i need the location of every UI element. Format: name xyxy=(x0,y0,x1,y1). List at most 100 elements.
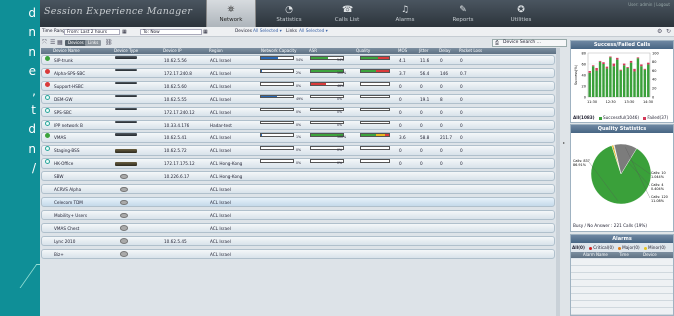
collapse-right-arrow-icon[interactable]: ▸ xyxy=(563,140,565,145)
failed-bar[interactable] xyxy=(619,69,622,71)
failed-bar[interactable] xyxy=(640,64,643,67)
devices-filter-dropdown[interactable]: All Selected ▾ xyxy=(253,27,282,37)
success-bar[interactable] xyxy=(647,64,650,97)
devices-view-toggle[interactable]: Devices xyxy=(65,40,87,46)
success-bar[interactable] xyxy=(598,61,602,97)
alarms-minor-label[interactable]: Minor(0) xyxy=(648,245,666,250)
success-bar[interactable] xyxy=(609,57,612,97)
nav-tab-network[interactable]: ⛯ Network xyxy=(206,0,256,27)
device-delay: 0 xyxy=(440,161,443,167)
calls-success-label[interactable]: Successful(1046) xyxy=(603,115,639,120)
failed-bar[interactable] xyxy=(647,62,650,65)
column-header[interactable]: Device Name xyxy=(53,48,80,54)
links-filter-dropdown[interactable]: All Selected ▾ xyxy=(299,27,328,37)
device-row[interactable]: DEM-GW 10.62.5.55 ACL Israel 49% 0% 0 19.1 8 0 xyxy=(41,93,555,105)
failed-bar[interactable] xyxy=(616,57,619,60)
failed-bar[interactable] xyxy=(588,71,591,73)
failed-bar[interactable] xyxy=(636,57,640,59)
column-header[interactable]: Device Type xyxy=(114,48,138,54)
nav-tab-alarms[interactable]: ♫ Alarms xyxy=(380,0,430,27)
list-view-icon[interactable]: ☰ xyxy=(50,38,55,48)
success-bar[interactable] xyxy=(636,58,640,97)
success-bar[interactable] xyxy=(629,62,633,97)
calls-failed-label[interactable]: Failed(37) xyxy=(647,115,668,120)
success-bar[interactable] xyxy=(633,71,636,97)
nav-tab-utilities[interactable]: ✪ Utilities xyxy=(496,0,546,27)
failed-bar[interactable] xyxy=(629,60,633,63)
settings-icon[interactable]: ⚙ xyxy=(657,27,662,37)
device-row[interactable]: Mobility+ Users ACL Israel xyxy=(41,209,555,221)
failed-bar[interactable] xyxy=(643,68,647,70)
success-bar[interactable] xyxy=(612,66,616,97)
device-row[interactable]: SIP-trunk 10.62.5.56 ACL Israel 54% 54% 4.1 11… xyxy=(41,55,555,66)
column-header[interactable]: Delay xyxy=(439,48,450,54)
device-row[interactable]: Celecom TDM ACL Israel xyxy=(41,196,555,208)
failed-bar[interactable] xyxy=(595,67,598,71)
column-header[interactable]: MOS xyxy=(398,48,407,54)
alarms-column-header[interactable]: Alarm Name xyxy=(583,252,608,258)
calendar-icon[interactable]: ▦ xyxy=(122,27,127,37)
device-row[interactable]: Staging-BSS 10.62.5.72 ACL Israel 0% 0% 0 0 0 0 xyxy=(41,145,555,156)
success-bar[interactable] xyxy=(616,59,619,97)
failed-bar[interactable] xyxy=(598,60,602,62)
device-row[interactable]: IPP network B 10.33.4.176 Hadar-test 0% 0% 0 0… xyxy=(41,119,555,130)
failed-bar[interactable] xyxy=(626,67,629,68)
column-header[interactable]: Jitter xyxy=(419,48,429,54)
device-row[interactable]: Alpha-SPS-SBC 172.17.240.8 ACL Israel 2% 100… xyxy=(41,67,555,79)
success-bar[interactable] xyxy=(588,72,591,97)
device-row[interactable]: SPS-SBC 172.17.240.12 ACL Israel 0% 0% 0 0 0 0 xyxy=(41,106,555,117)
success-bar[interactable] xyxy=(622,65,626,97)
failed-bar[interactable] xyxy=(605,66,609,69)
success-bar[interactable] xyxy=(605,68,609,97)
column-header[interactable]: Region xyxy=(209,48,223,54)
device-row[interactable]: Lync 2010 10.62.5.45 ACL Israel xyxy=(41,235,555,246)
column-header[interactable]: Packet Loss xyxy=(459,48,482,54)
failed-bar[interactable] xyxy=(612,63,616,67)
time-range-to-input[interactable]: To: Now xyxy=(140,29,202,35)
user-info[interactable]: User: admin | Logout xyxy=(628,2,670,7)
grid-view-icon[interactable]: ▦ xyxy=(57,38,63,48)
device-type-server-icon xyxy=(115,149,137,153)
failed-bar[interactable] xyxy=(591,65,595,67)
success-bar[interactable] xyxy=(595,70,598,97)
failed-bar[interactable] xyxy=(622,63,626,66)
device-row[interactable]: VMAS Chest ACL Israel xyxy=(41,222,555,234)
success-bar[interactable] xyxy=(640,66,643,97)
links-view-toggle[interactable]: Links xyxy=(85,40,102,46)
success-bar[interactable] xyxy=(602,64,605,97)
column-header[interactable]: Quality xyxy=(356,48,370,54)
link-icon[interactable]: ⛓ xyxy=(105,38,113,48)
time-range-from-input[interactable]: From: Last 2 hours xyxy=(64,29,120,35)
refresh-icon[interactable]: ↻ xyxy=(666,27,671,37)
success-bar[interactable] xyxy=(643,69,647,97)
success-bar[interactable] xyxy=(619,70,622,97)
device-row[interactable]: SBW 10.226.6.17 ACL Hong-Kong xyxy=(41,171,555,182)
alarms-critical-label[interactable]: Critical(0) xyxy=(593,245,614,250)
calendar-icon-2[interactable]: ▦ xyxy=(203,27,208,37)
alarms-major-label[interactable]: Major(0) xyxy=(622,245,640,250)
device-row[interactable]: VMAS 10.62.5.41 ACL Israel 1% 100% 3.6 58.8 211… xyxy=(41,132,555,143)
grid-scrollbar[interactable] xyxy=(556,48,560,316)
failed-bar[interactable] xyxy=(602,62,605,64)
device-type-server-icon xyxy=(115,162,137,166)
device-row[interactable]: Support-HSBC 10.62.5.60 ACL Israel 0% 46% 0 0 0… xyxy=(41,80,555,92)
success-bar[interactable] xyxy=(626,67,629,97)
device-search-button[interactable]: ⎙ Device Search ... xyxy=(492,39,567,47)
failed-bar[interactable] xyxy=(633,68,636,72)
alarms-column-header[interactable]: Device xyxy=(643,252,657,258)
device-row[interactable]: Biz+ ACL Israel xyxy=(41,248,555,259)
calls-all-label[interactable]: All(1083) xyxy=(573,115,595,120)
nav-tab-reports[interactable]: ✎ Reports xyxy=(438,0,488,27)
expand-icon[interactable]: ⤧ xyxy=(42,38,47,48)
alarms-all-label[interactable]: All(0) xyxy=(572,245,585,250)
failed-bar[interactable] xyxy=(609,56,612,58)
success-bar[interactable] xyxy=(591,66,595,97)
device-row[interactable]: ACRVS Alpha ACL Israel xyxy=(41,184,555,195)
column-header[interactable]: ASR xyxy=(309,48,317,54)
column-header[interactable]: Device IP xyxy=(163,48,182,54)
alarms-column-header[interactable]: Time xyxy=(619,252,629,258)
device-row[interactable]: HK-Office 172.17.175.12 ACL Hong-Kong 0% 0% 0… xyxy=(41,158,555,169)
nav-tab-statistics[interactable]: ◔ Statistics xyxy=(264,0,314,27)
nav-tab-calls-list[interactable]: ☎ Calls List xyxy=(322,0,372,27)
column-header[interactable]: Network Capacity xyxy=(261,48,296,54)
